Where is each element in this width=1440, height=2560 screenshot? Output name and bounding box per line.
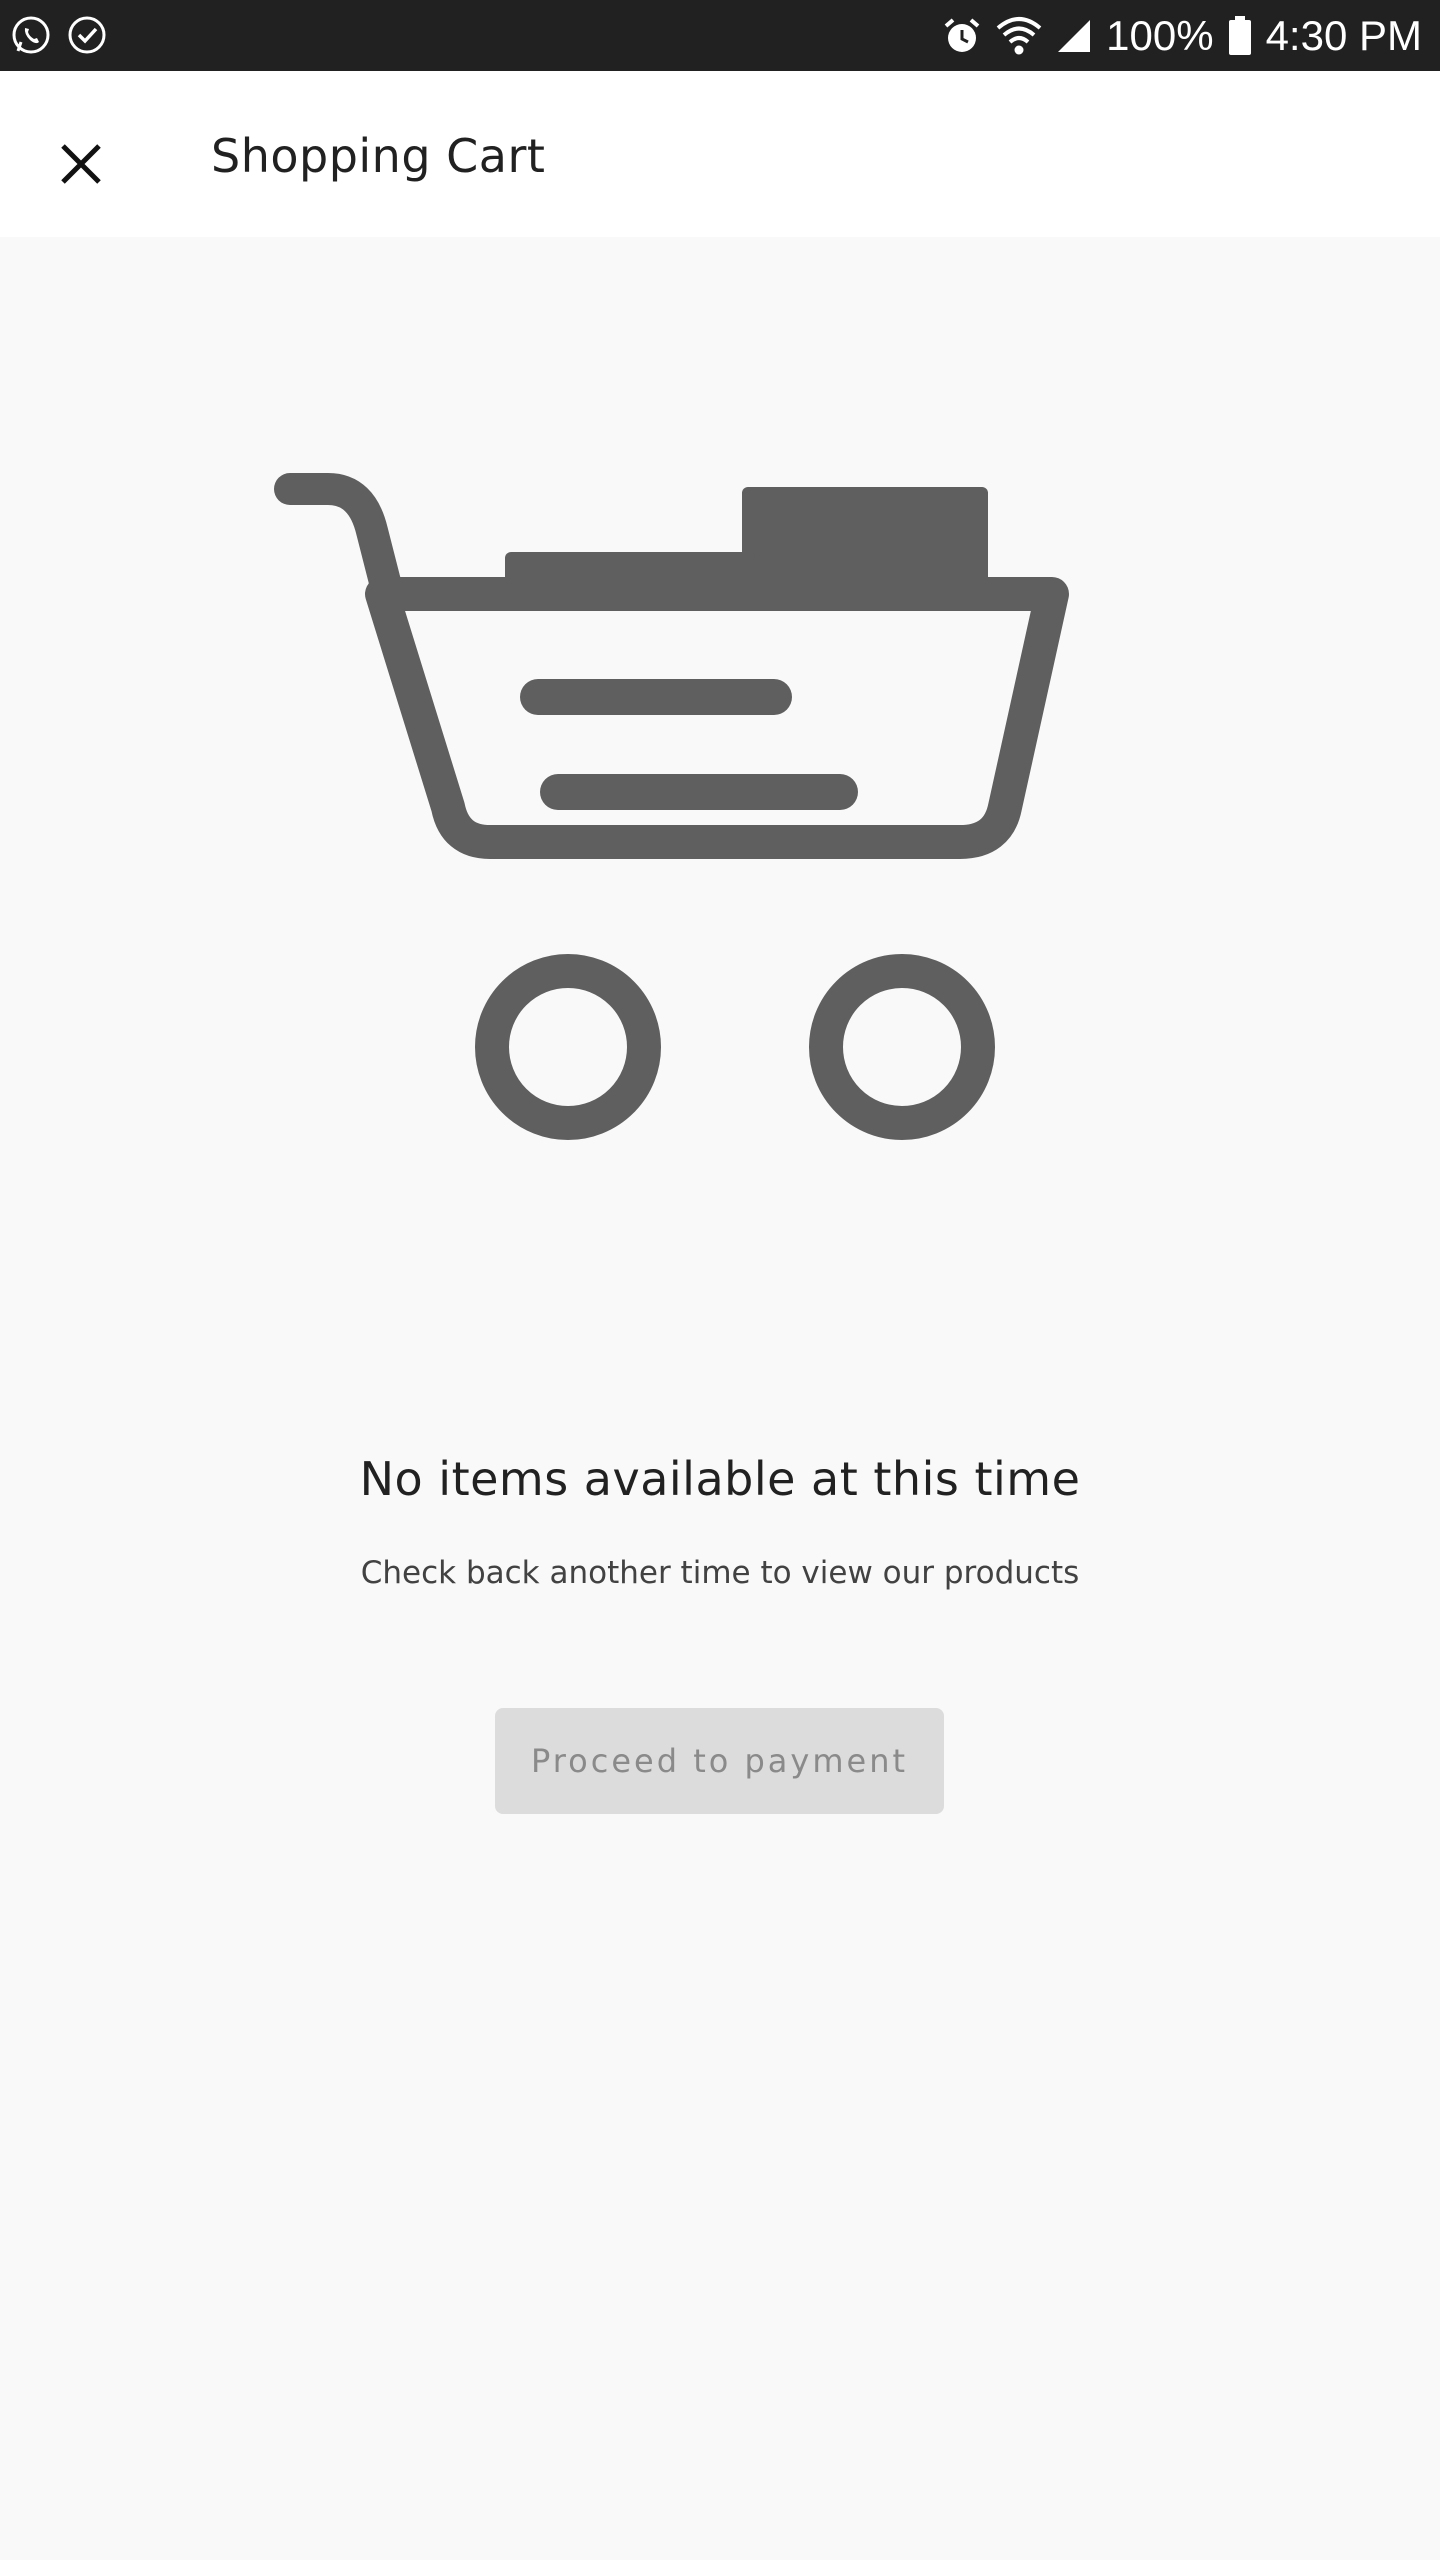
app-bar: Shopping Cart (0, 71, 1440, 237)
battery-icon (1228, 15, 1252, 56)
battery-percent: 100% (1106, 11, 1214, 59)
status-right-icons: 100% 4:30 PM (942, 0, 1422, 71)
whatsapp-icon (10, 14, 52, 56)
close-icon (59, 142, 103, 186)
check-circle-icon (66, 14, 108, 56)
alarm-icon (942, 16, 982, 56)
signal-icon (1056, 18, 1092, 54)
wifi-icon (996, 16, 1042, 56)
empty-cart-content: No items available at this time Check ba… (0, 237, 1440, 2560)
empty-state-title: No items available at this time (359, 1452, 1081, 1506)
proceed-to-payment-button[interactable]: Proceed to payment (495, 1708, 944, 1814)
status-left-icons (10, 14, 108, 56)
page-title: Shopping Cart (211, 129, 546, 183)
shopping-cart-svg (274, 473, 1069, 1140)
shopping-cart-icon (270, 467, 1090, 1187)
close-button[interactable] (38, 121, 124, 207)
status-bar: 100% 4:30 PM (0, 0, 1440, 71)
clock: 4:30 PM (1265, 11, 1422, 59)
empty-state-subtitle: Check back another time to view our prod… (360, 1555, 1080, 1591)
